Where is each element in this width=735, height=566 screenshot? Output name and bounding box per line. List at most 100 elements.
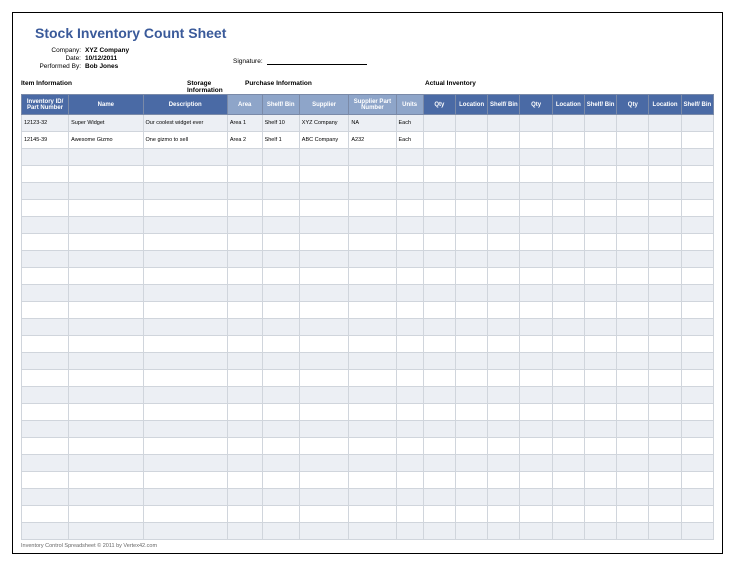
cell <box>423 438 455 455</box>
cell <box>681 438 713 455</box>
cell <box>143 234 227 251</box>
cell <box>584 370 616 387</box>
cell <box>488 387 520 404</box>
cell <box>520 489 552 506</box>
cell <box>488 319 520 336</box>
cell <box>456 523 488 540</box>
cell <box>520 523 552 540</box>
cell <box>396 166 423 183</box>
cell: ABC Company <box>299 132 349 149</box>
cell <box>423 115 455 132</box>
cell <box>456 132 488 149</box>
cell <box>617 353 649 370</box>
cell <box>22 421 69 438</box>
cell <box>22 149 69 166</box>
th-name: Name <box>69 95 143 115</box>
cell <box>396 217 423 234</box>
cell <box>488 302 520 319</box>
cell <box>299 489 349 506</box>
cell <box>552 438 584 455</box>
table-row: 12145-39Awesome GizmoOne gizmo to sellAr… <box>22 132 714 149</box>
th-sp: Supplier Part Number <box>349 95 396 115</box>
cell <box>584 285 616 302</box>
cell <box>649 489 681 506</box>
cell <box>22 353 69 370</box>
cell <box>227 455 262 472</box>
th-loc1: Location <box>456 95 488 115</box>
cell <box>227 506 262 523</box>
cell <box>22 506 69 523</box>
cell <box>584 183 616 200</box>
cell <box>349 353 396 370</box>
cell <box>681 234 713 251</box>
cell <box>617 319 649 336</box>
cell <box>69 217 143 234</box>
cell <box>456 472 488 489</box>
cell <box>649 251 681 268</box>
cell <box>423 336 455 353</box>
cell <box>396 251 423 268</box>
cell <box>22 523 69 540</box>
signature-block: Signature: <box>233 57 367 65</box>
cell <box>552 149 584 166</box>
cell <box>456 404 488 421</box>
th-sb2: Shelf/ Bin <box>584 95 616 115</box>
cell <box>520 115 552 132</box>
cell <box>227 200 262 217</box>
cell <box>349 387 396 404</box>
cell <box>227 183 262 200</box>
cell <box>488 489 520 506</box>
cell <box>552 268 584 285</box>
th-inv: Inventory ID/ Part Number <box>22 95 69 115</box>
cell <box>22 285 69 302</box>
cell <box>456 285 488 302</box>
cell <box>227 149 262 166</box>
cell <box>22 387 69 404</box>
cell <box>396 438 423 455</box>
cell <box>681 472 713 489</box>
cell <box>456 234 488 251</box>
cell <box>617 166 649 183</box>
cell <box>649 421 681 438</box>
cell <box>143 336 227 353</box>
cell <box>349 217 396 234</box>
cell <box>262 234 299 251</box>
inventory-sheet: Stock Inventory Count Sheet Company: XYZ… <box>12 12 723 554</box>
cell <box>649 302 681 319</box>
cell <box>681 421 713 438</box>
cell <box>396 404 423 421</box>
cell <box>69 302 143 319</box>
cell <box>520 404 552 421</box>
cell <box>584 132 616 149</box>
cell <box>456 166 488 183</box>
cell <box>681 404 713 421</box>
cell <box>262 251 299 268</box>
cell <box>681 336 713 353</box>
cell <box>456 421 488 438</box>
cell <box>349 166 396 183</box>
cell <box>488 336 520 353</box>
cell <box>22 166 69 183</box>
cell <box>299 438 349 455</box>
cell <box>423 319 455 336</box>
page-title: Stock Inventory Count Sheet <box>35 25 714 41</box>
cell <box>299 404 349 421</box>
cell <box>299 200 349 217</box>
cell <box>69 149 143 166</box>
cell <box>396 268 423 285</box>
cell: Shelf 10 <box>262 115 299 132</box>
cell <box>227 234 262 251</box>
cell <box>681 217 713 234</box>
cell <box>299 319 349 336</box>
cell <box>396 421 423 438</box>
cell <box>617 438 649 455</box>
cell <box>681 132 713 149</box>
table-row <box>22 353 714 370</box>
table-row <box>22 217 714 234</box>
table-row <box>22 268 714 285</box>
cell <box>22 455 69 472</box>
cell <box>681 200 713 217</box>
cell: Shelf 1 <box>262 132 299 149</box>
cell <box>617 115 649 132</box>
cell <box>552 115 584 132</box>
